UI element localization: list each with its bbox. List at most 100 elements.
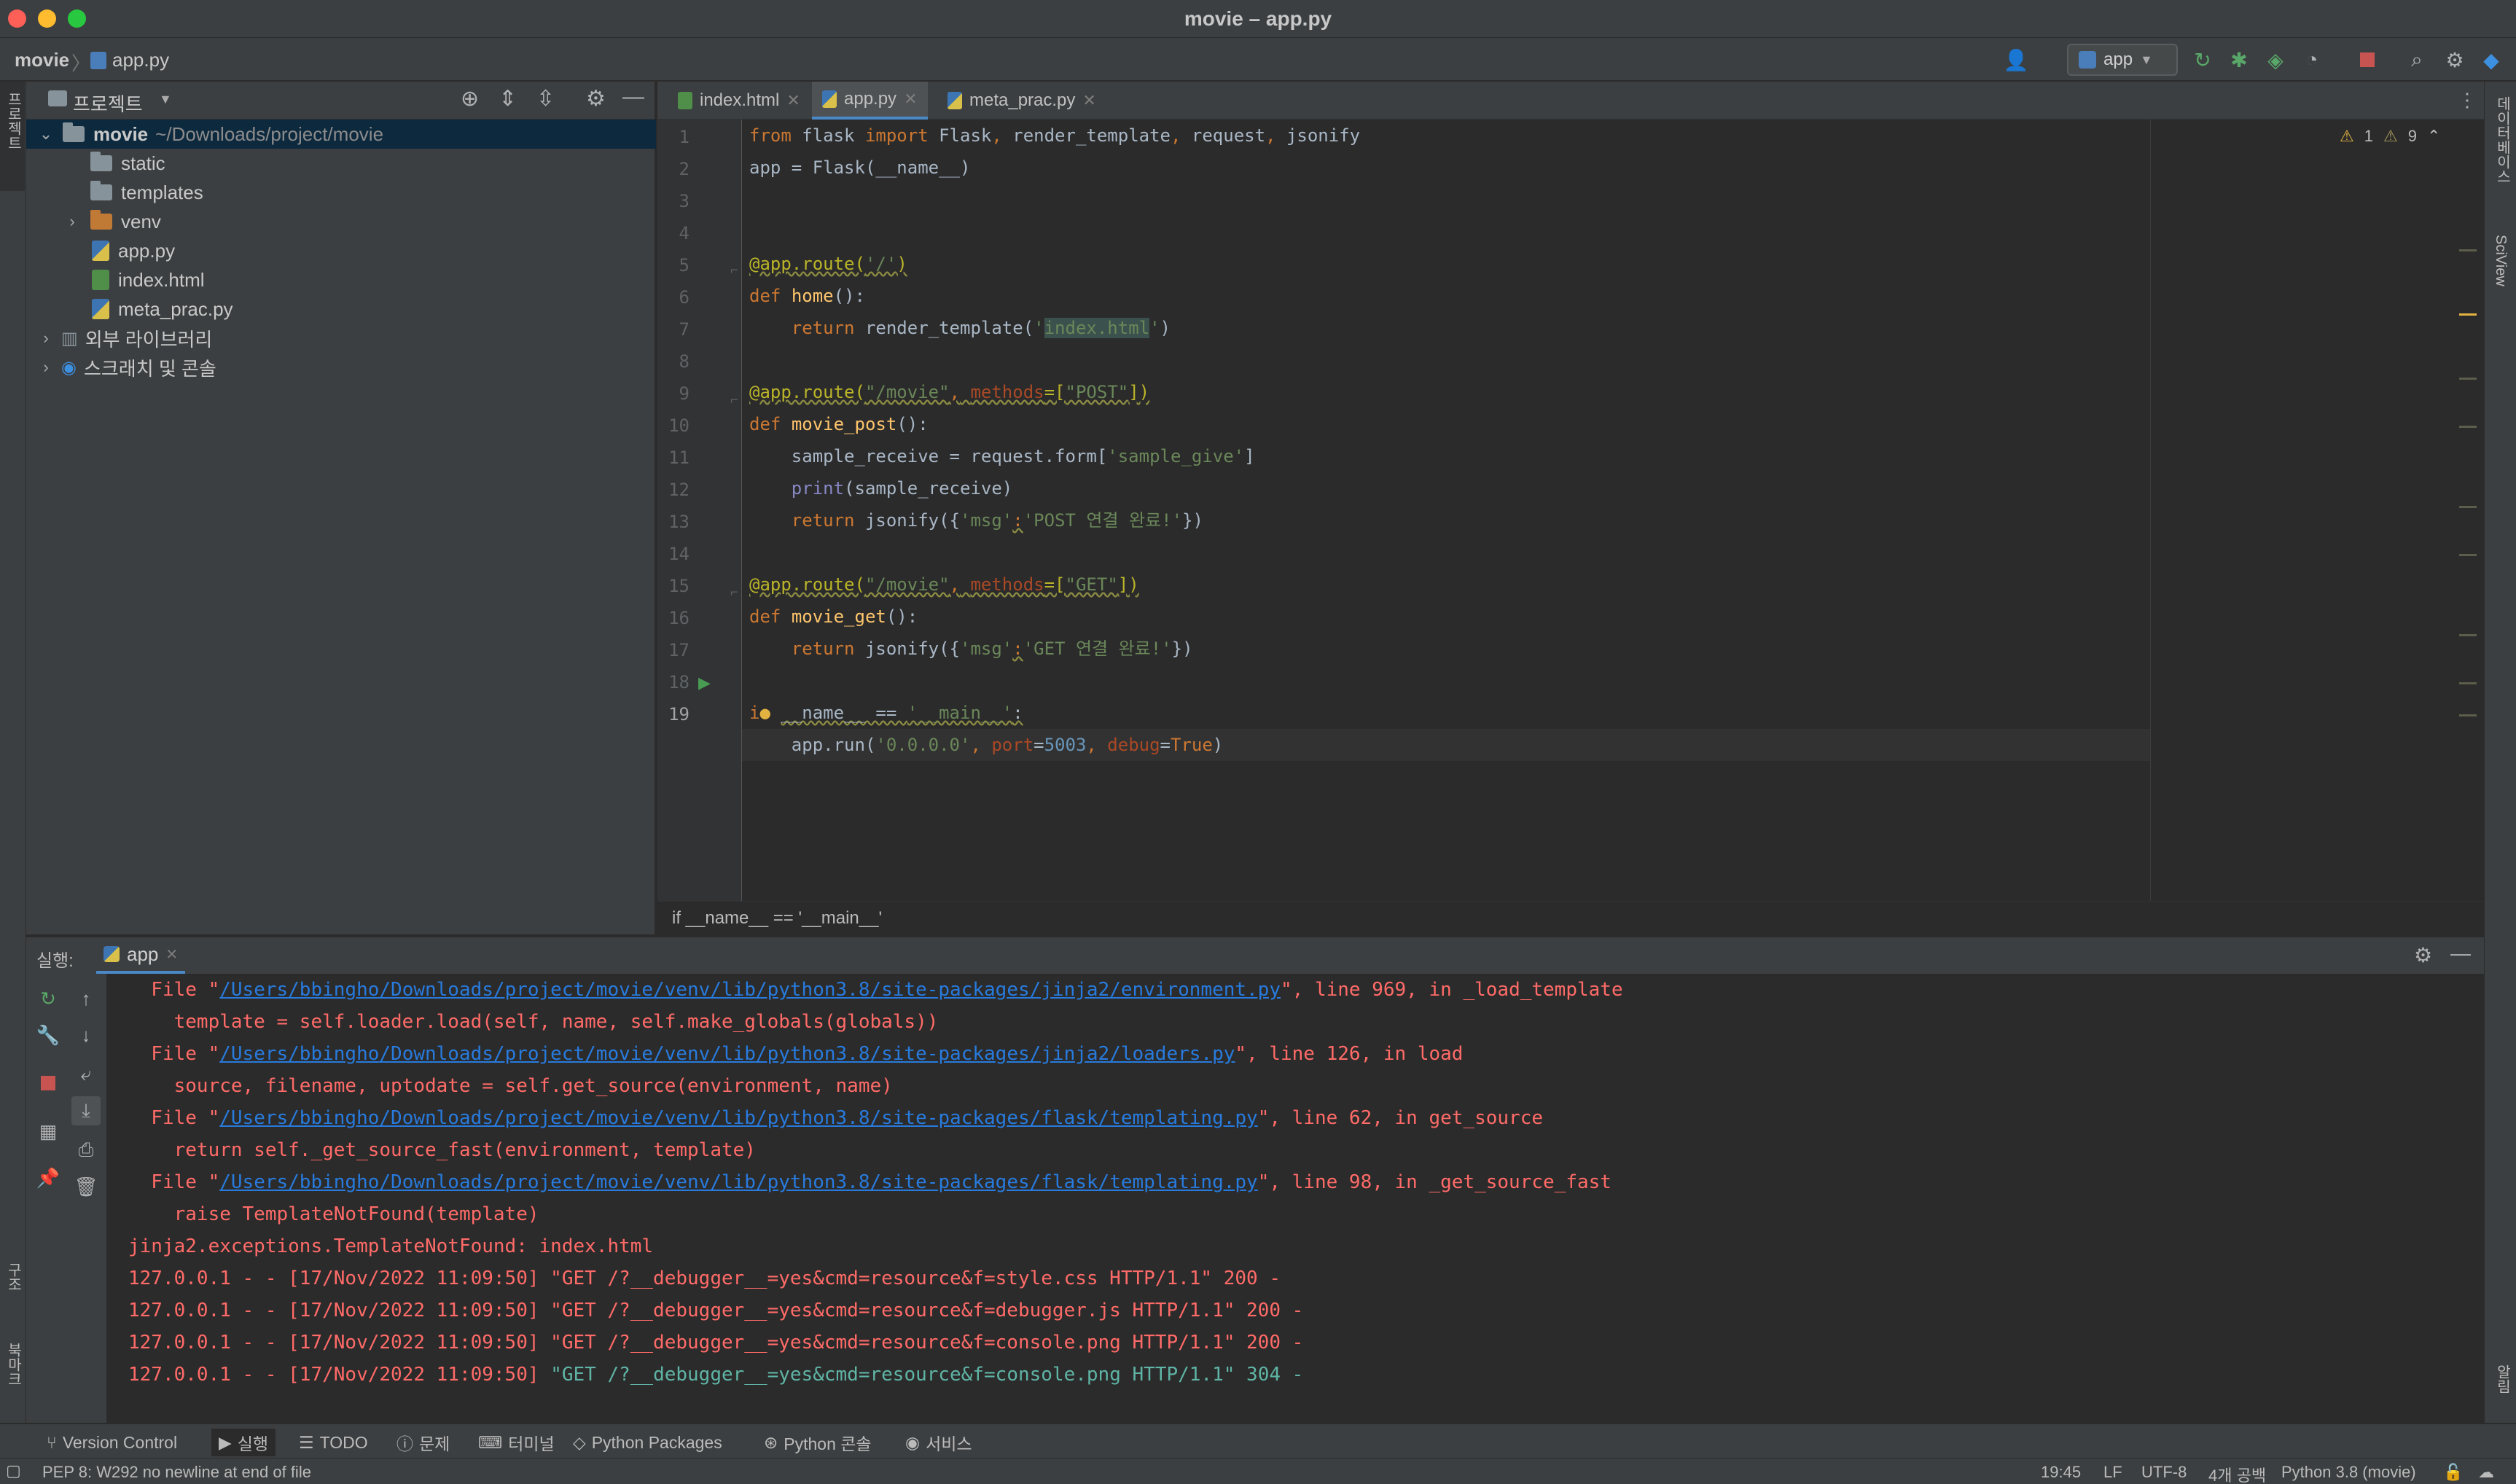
stop-icon[interactable] — [2353, 45, 2382, 74]
hide-panel-icon[interactable]: — — [2450, 942, 2471, 965]
stripe-mark[interactable] — [2459, 506, 2477, 508]
soft-wrap-icon[interactable]: ⤶ — [71, 1060, 101, 1089]
more-options-icon[interactable]: ⋮ — [2458, 89, 2477, 112]
tab-services[interactable]: ◉ 서비스 — [898, 1429, 980, 1456]
close-icon[interactable]: ✕ — [786, 91, 800, 110]
tab-version-control[interactable]: ⑂ Version Control — [39, 1429, 184, 1456]
line-separator[interactable]: LF — [2103, 1463, 2122, 1482]
file-link[interactable]: /Users/bbingho/Downloads/project/movie/v… — [219, 1107, 1257, 1129]
print-icon[interactable]: ⎙ — [71, 1136, 101, 1165]
tab-terminal[interactable]: ⌨ 터미널 — [471, 1429, 562, 1456]
breadcrumb-project[interactable]: movie — [15, 49, 69, 71]
tree-item-templates[interactable]: templates — [26, 178, 656, 207]
chevron-right-icon[interactable]: › — [35, 329, 57, 348]
tree-item-meta-prac-py[interactable]: meta_prac.py — [26, 294, 656, 324]
rerun-icon[interactable]: ↻ — [34, 984, 63, 1013]
chevron-right-icon[interactable]: › — [61, 212, 83, 231]
debug-icon[interactable]: ✱ — [2224, 45, 2254, 74]
close-icon[interactable]: ✕ — [1082, 91, 1095, 110]
settings-gear-icon[interactable]: ⚙ — [586, 86, 606, 112]
tab-run[interactable]: ▶ 실행 — [211, 1429, 276, 1456]
database-tool-tab[interactable]: 데이터베이스 — [2492, 96, 2513, 184]
sciview-tool-tab[interactable]: SciView — [2492, 235, 2509, 286]
stripe-mark[interactable] — [2459, 634, 2477, 636]
layout-icon[interactable]: ▦ — [34, 1117, 63, 1146]
stripe-mark[interactable] — [2459, 426, 2477, 428]
tree-item-external-libraries[interactable]: › ▥ 외부 라이브러리 — [26, 324, 656, 353]
pin-icon[interactable]: 📌 — [34, 1163, 63, 1192]
tree-item-movie[interactable]: ⌄ movie ~/Downloads/project/movie — [26, 120, 656, 149]
file-link[interactable]: /Users/bbingho/Downloads/project/movie/v… — [219, 1043, 1235, 1065]
editor-error-stripe[interactable] — [2453, 120, 2484, 901]
interpreter-selector[interactable]: Python 3.8 (movie) — [2281, 1463, 2416, 1482]
stripe-mark[interactable] — [2459, 249, 2477, 251]
expand-all-icon[interactable]: ⇕ — [499, 86, 517, 112]
stripe-mark[interactable] — [2459, 714, 2477, 716]
editor-breadcrumb[interactable]: if __name__ == '__main__' — [657, 901, 2484, 934]
breadcrumb-file[interactable]: app.py — [112, 49, 169, 71]
lock-icon[interactable]: 🔓 — [2443, 1463, 2463, 1482]
tab-python-console[interactable]: ⊛ Python 콘솔 — [757, 1429, 879, 1456]
stop-icon[interactable] — [34, 1069, 63, 1098]
inspection-widget[interactable]: ⚠ 1 ⚠ 9 ⌃ ⌄ — [2340, 127, 2464, 146]
chevron-down-icon[interactable]: ⌄ — [35, 125, 57, 144]
bookmarks-tool-tab[interactable]: 북마크 — [3, 1343, 24, 1386]
caret-position[interactable]: 19:45 — [2041, 1463, 2081, 1482]
search-icon[interactable]: ⌕ — [2402, 45, 2431, 74]
tab-meta-prac-py[interactable]: meta_prac.py ✕ — [937, 82, 1106, 120]
rerun-icon[interactable]: ↻ — [2188, 45, 2217, 74]
wrench-icon[interactable]: 🔧 — [34, 1020, 63, 1050]
tab-python-packages[interactable]: ◇ Python Packages — [566, 1429, 730, 1456]
console-output[interactable]: File "/Users/bbingho/Downloads/project/m… — [106, 974, 2484, 1423]
notifications-tool-tab[interactable]: 알림 — [2492, 1364, 2513, 1394]
tree-item-static[interactable]: static — [26, 149, 656, 178]
stripe-mark[interactable] — [2459, 378, 2477, 380]
tree-item-venv[interactable]: › venv — [26, 207, 656, 236]
chevron-down-icon[interactable]: ▼ — [159, 92, 172, 107]
stripe-mark[interactable] — [2459, 313, 2477, 316]
tree-item-index-html[interactable]: index.html — [26, 265, 656, 294]
indent-setting[interactable]: 4개 공백 — [2208, 1463, 2266, 1484]
run-tab-app[interactable]: app ✕ — [96, 937, 186, 974]
tab-problems[interactable]: ⓘ 문제 — [389, 1429, 457, 1456]
run-config-select[interactable]: app ▼ — [2067, 44, 2178, 76]
power-save-icon[interactable]: ☁ — [2478, 1463, 2494, 1482]
coverage-icon[interactable]: ◈ — [2261, 45, 2290, 74]
stripe-mark[interactable] — [2459, 682, 2477, 684]
structure-tool-tab[interactable]: 구조 — [3, 1262, 24, 1292]
user-icon[interactable]: 👤 — [2001, 45, 2031, 74]
trash-icon[interactable]: 🗑 — [71, 1172, 101, 1201]
scroll-to-end-icon[interactable]: ⤓ — [71, 1096, 101, 1125]
file-link[interactable]: /Users/bbingho/Downloads/project/movie/v… — [219, 1171, 1257, 1193]
profile-icon[interactable]: ◔ — [2297, 45, 2326, 74]
settings-gear-icon[interactable]: ⚙ — [2414, 943, 2432, 967]
close-icon[interactable]: ✕ — [904, 90, 917, 109]
chevron-right-icon[interactable]: › — [35, 358, 57, 377]
chevron-up-icon[interactable]: ⌃ — [2427, 127, 2440, 146]
panel-toggle-icon[interactable]: ▢ — [6, 1461, 21, 1480]
arrow-up-icon[interactable]: ↑ — [71, 984, 101, 1013]
code-editor[interactable]: from flask import Flask, render_template… — [742, 120, 2150, 901]
tab-app-py[interactable]: app.py ✕ — [812, 82, 928, 120]
project-view-select[interactable]: 프로젝트 — [73, 90, 143, 117]
run-gutter-icon[interactable]: ▶ — [698, 673, 711, 692]
stripe-mark[interactable] — [2459, 554, 2477, 556]
tab-index-html[interactable]: index.html ✕ — [668, 82, 810, 120]
fold-icon[interactable]: ⌐ — [730, 585, 738, 600]
close-icon[interactable]: ✕ — [165, 945, 178, 964]
fold-icon[interactable]: ⌐ — [730, 262, 738, 278]
settings-gear-icon[interactable]: ⚙ — [2440, 45, 2469, 74]
fold-icon[interactable]: ⌐ — [730, 392, 738, 407]
locate-file-icon[interactable]: ⊕ — [461, 86, 479, 112]
arrow-down-icon[interactable]: ↓ — [71, 1020, 101, 1050]
hide-panel-icon[interactable]: — — [622, 85, 644, 109]
tree-item-app-py[interactable]: app.py — [26, 236, 656, 265]
tab-todo[interactable]: ☰ TODO — [292, 1429, 375, 1456]
project-tool-window-tab[interactable]: 프로젝트 — [0, 82, 25, 191]
plugin-logo-icon[interactable]: ◆ — [2477, 45, 2506, 74]
collapse-all-icon[interactable]: ⇳ — [536, 86, 555, 112]
file-encoding[interactable]: UTF-8 — [2141, 1463, 2187, 1482]
status-message[interactable]: PEP 8: W292 no newline at end of file — [42, 1463, 311, 1482]
tree-item-scratches[interactable]: › ◉ 스크래치 및 콘솔 — [26, 353, 656, 382]
file-link[interactable]: /Users/bbingho/Downloads/project/movie/v… — [219, 979, 1281, 1001]
